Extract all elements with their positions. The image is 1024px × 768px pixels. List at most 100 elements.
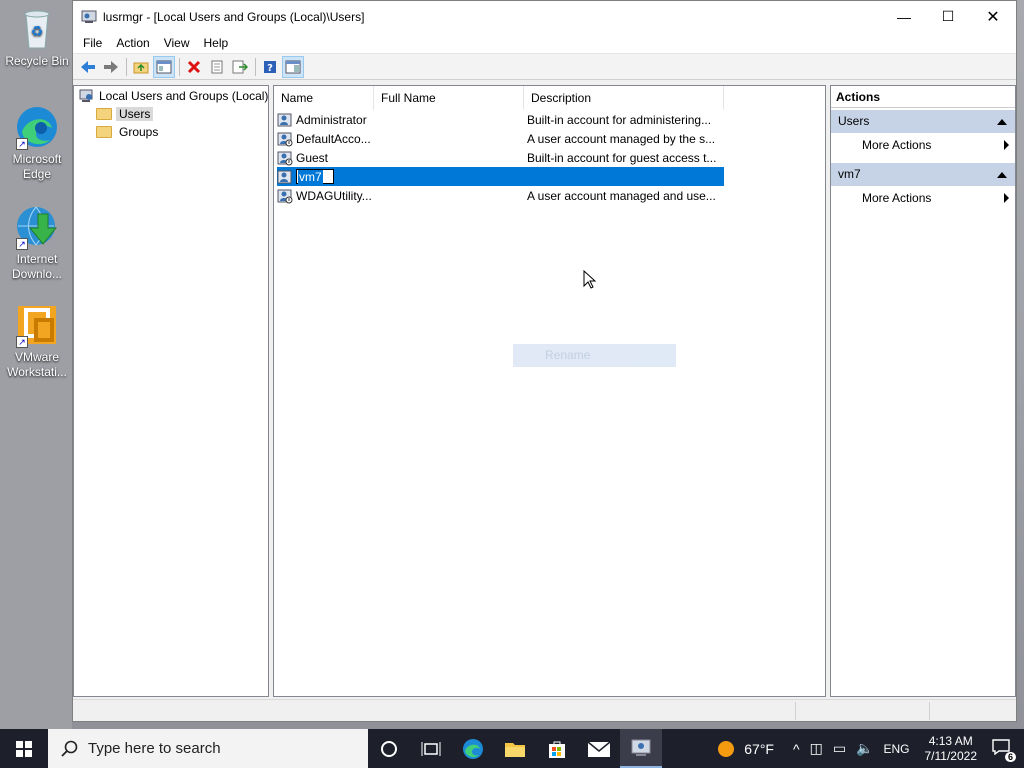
desktop-icon-vmware[interactable]: ↗ VMware Workstati... xyxy=(4,302,70,380)
collapse-up-icon[interactable] xyxy=(997,119,1007,125)
cortana-icon[interactable] xyxy=(368,729,410,768)
desktop-icon-label: Microsoft Edge xyxy=(12,152,62,181)
system-tray: 67°F ^ ◫ ▭ 🔈 ENG 4:13 AM 7/11/2022 6 xyxy=(713,729,1024,768)
show-hide-action-pane-icon[interactable] xyxy=(282,55,304,78)
actions-pane: Actions Users More Actions vm7 More Acti… xyxy=(830,85,1016,697)
user-icon xyxy=(277,169,293,185)
start-button[interactable] xyxy=(0,729,48,768)
delete-icon[interactable] xyxy=(183,56,205,78)
desktop-icon-microsoft-edge[interactable]: ↗ Microsoft Edge xyxy=(4,104,70,182)
submenu-arrow-icon xyxy=(1004,140,1009,150)
rename-edit-text: vm7 xyxy=(298,169,323,184)
taskbar-lusrmgr-icon[interactable] xyxy=(620,729,662,768)
network-icon[interactable]: ▭ xyxy=(833,740,846,757)
recycle-bin-icon: ♻ xyxy=(14,6,60,52)
console-tree: Local Users and Groups (Local) Users Gro… xyxy=(73,85,269,697)
more-actions-users[interactable]: More Actions xyxy=(831,133,1015,157)
notification-center-icon[interactable]: 6 xyxy=(992,739,1016,762)
show-hidden-icons-chevron-icon[interactable]: ^ xyxy=(793,741,800,757)
table-row[interactable]: WDAGUtility... A user account managed an… xyxy=(277,186,724,205)
more-actions-vm7[interactable]: More Actions xyxy=(831,186,1015,210)
table-row[interactable]: DefaultAcco... A user account managed by… xyxy=(277,129,724,148)
user-description: Built-in account for guest access t... xyxy=(527,150,717,165)
maximize-button[interactable]: ☐ xyxy=(925,1,971,32)
tree-item-users[interactable]: Users xyxy=(96,105,154,122)
menu-help[interactable]: Help xyxy=(197,36,236,50)
up-folder-icon[interactable] xyxy=(130,56,152,78)
desktop-icon-label: VMware Workstati... xyxy=(7,350,67,379)
window-title: lusrmgr - [Local Users and Groups (Local… xyxy=(103,9,365,24)
actions-group-vm7[interactable]: vm7 xyxy=(831,163,1015,186)
taskbar-search-box[interactable]: Type here to search xyxy=(48,729,368,768)
submenu-arrow-icon xyxy=(1004,193,1009,203)
toolbar-separator xyxy=(179,57,180,76)
microsoft-store-icon[interactable] xyxy=(536,729,578,768)
column-header-full-name[interactable]: Full Name xyxy=(374,86,524,110)
action-item-label: More Actions xyxy=(862,138,932,152)
actions-header: Actions xyxy=(831,86,1015,108)
search-icon xyxy=(61,740,78,757)
export-list-icon[interactable] xyxy=(229,56,251,78)
status-bar xyxy=(73,699,1016,721)
language-indicator[interactable]: ENG xyxy=(883,742,909,756)
task-view-icon[interactable] xyxy=(410,729,452,768)
toolbar-separator xyxy=(255,57,256,76)
rename-menu-ghost: Rename xyxy=(513,344,676,367)
toolbar-separator xyxy=(126,57,127,76)
table-row-selected[interactable]: vm7 xyxy=(277,167,724,186)
weather-sun-icon xyxy=(718,740,735,757)
menu-view[interactable]: View xyxy=(157,36,197,50)
user-description: Built-in account for administering... xyxy=(527,112,712,127)
notification-count-badge: 6 xyxy=(1004,752,1016,762)
search-placeholder: Type here to search xyxy=(88,740,221,757)
properties-icon[interactable] xyxy=(206,56,228,78)
desktop-icon-label: Internet Downlo... xyxy=(11,252,63,281)
volume-muted-icon[interactable]: 🔈 xyxy=(856,740,873,757)
file-explorer-icon[interactable] xyxy=(494,729,536,768)
toolbar: ? xyxy=(73,54,1016,80)
column-header-description[interactable]: Description xyxy=(524,86,724,110)
computer-users-icon xyxy=(79,89,95,103)
tree-root-label: Local Users and Groups (Local) xyxy=(99,88,269,103)
actions-group-users[interactable]: Users xyxy=(831,110,1015,133)
user-description: A user account managed by the s... xyxy=(527,131,716,146)
column-header-name[interactable]: Name xyxy=(274,86,374,110)
desktop-icon-internet-download-manager[interactable]: ↗ Internet Downlo... xyxy=(4,204,70,282)
show-hide-tree-icon[interactable] xyxy=(153,55,175,78)
svg-text:♻: ♻ xyxy=(31,24,44,40)
taskbar-edge-icon[interactable] xyxy=(452,729,494,768)
title-bar[interactable]: lusrmgr - [Local Users and Groups (Local… xyxy=(73,1,1016,32)
table-row[interactable]: Administrator Built-in account for admin… xyxy=(277,110,724,129)
lusrmgr-app-icon xyxy=(81,10,97,24)
clock-time: 4:13 AM xyxy=(928,733,973,748)
help-icon[interactable]: ? xyxy=(259,56,281,78)
menu-file[interactable]: File xyxy=(76,36,109,50)
collapse-up-icon[interactable] xyxy=(997,172,1007,178)
taskbar: Type here to search 67°F ^ ◫ ▭ 🔈 ENG 4:1… xyxy=(0,729,1024,768)
windows-logo-icon xyxy=(16,740,32,757)
forward-icon[interactable] xyxy=(100,56,122,78)
minimize-button[interactable]: — xyxy=(881,1,927,32)
table-row[interactable]: Guest Built-in account for guest access … xyxy=(277,148,724,167)
mail-icon[interactable] xyxy=(578,729,620,768)
user-icon xyxy=(277,188,293,204)
taskbar-clock[interactable]: 4:13 AM 7/11/2022 xyxy=(925,734,978,764)
weather-temperature[interactable]: 67°F xyxy=(744,741,774,757)
back-icon[interactable] xyxy=(77,56,99,78)
edge-icon: ↗ xyxy=(14,104,60,150)
tree-item-groups[interactable]: Groups xyxy=(96,123,161,140)
svg-text:?: ? xyxy=(267,63,273,74)
close-button[interactable]: ✕ xyxy=(970,1,1016,32)
user-name: Administrator xyxy=(296,112,367,127)
tree-root[interactable]: Local Users and Groups (Local) xyxy=(79,87,268,104)
action-item-label: More Actions xyxy=(862,191,932,205)
user-icon xyxy=(277,150,293,166)
user-name: DefaultAcco... xyxy=(296,131,371,146)
vmware-icon: ↗ xyxy=(14,302,60,348)
actions-group-title: vm7 xyxy=(838,167,861,181)
meet-now-icon[interactable]: ◫ xyxy=(810,740,823,757)
desktop-icon-recycle-bin[interactable]: ♻ Recycle Bin xyxy=(4,6,70,69)
menu-action[interactable]: Action xyxy=(109,36,156,50)
menu-bar: File Action View Help xyxy=(73,32,1016,54)
rename-edit-field[interactable]: vm7 xyxy=(296,169,334,184)
